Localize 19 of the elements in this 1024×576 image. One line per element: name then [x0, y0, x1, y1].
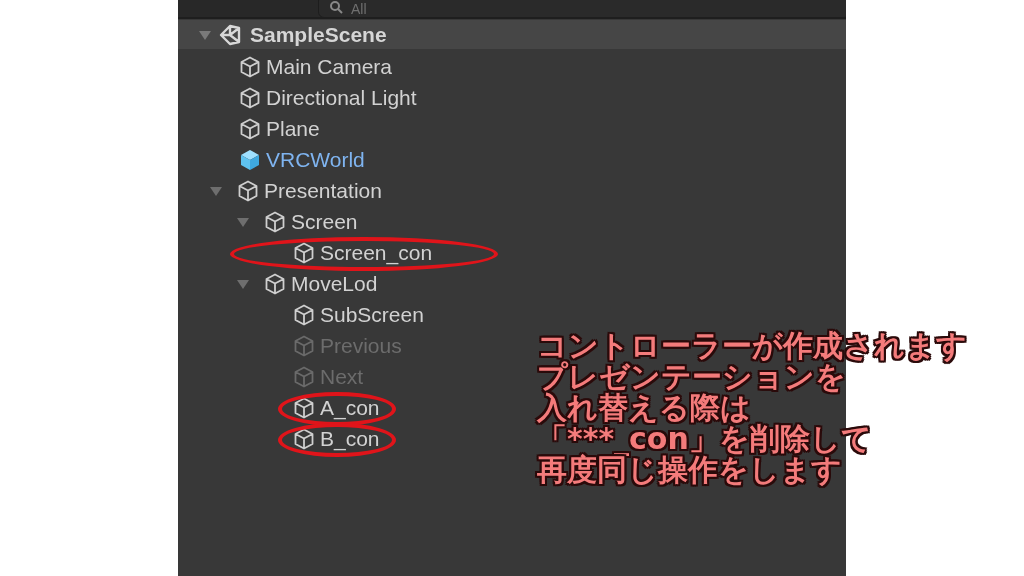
object-name[interactable]: Plane — [266, 116, 320, 141]
scene-row[interactable]: SampleScene — [178, 20, 846, 49]
search-icon — [329, 0, 343, 14]
object-name[interactable]: B_con — [320, 426, 380, 451]
expand-arrow-icon[interactable] — [198, 28, 212, 41]
unity-logo-icon — [218, 22, 242, 47]
object-name[interactable]: Screen_con — [320, 240, 433, 265]
object-name[interactable]: MoveLod — [291, 271, 378, 296]
expand-arrow-icon[interactable] — [236, 277, 250, 290]
object-name[interactable]: Screen — [291, 209, 358, 234]
object-name[interactable]: Presentation — [264, 178, 382, 203]
object-name[interactable]: Main Camera — [266, 54, 393, 79]
object-name[interactable]: A_con — [320, 395, 380, 420]
object-name[interactable]: SubScreen — [320, 302, 424, 327]
object-name[interactable]: Directional Light — [266, 85, 417, 110]
scene-name: SampleScene — [250, 22, 387, 47]
expand-arrow-icon[interactable] — [209, 184, 223, 197]
expand-arrow-icon[interactable] — [236, 215, 250, 228]
object-name[interactable]: VRCWorld — [266, 147, 365, 172]
